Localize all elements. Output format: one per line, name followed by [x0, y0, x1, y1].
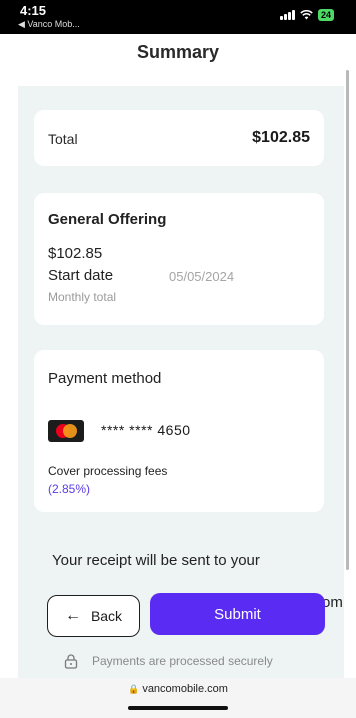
offering-title: General Offering [48, 211, 167, 228]
arrow-left-icon: ← [64, 607, 81, 624]
signal-icon [279, 10, 295, 20]
url-text: vancomobile.com [142, 683, 228, 695]
wifi-icon [300, 10, 313, 20]
frequency-label: Monthly total [48, 290, 117, 304]
payment-card: Payment method **** **** 4650 Cover proc… [34, 350, 324, 512]
offering-card: General Offering $102.85 Start date 05/0… [34, 193, 324, 325]
home-indicator[interactable] [128, 706, 228, 710]
back-button[interactable]: ← Back [47, 595, 140, 637]
total-value: $102.85 [252, 129, 310, 146]
total-card: Total $102.85 [34, 110, 324, 166]
back-button-label: Back [90, 608, 123, 624]
card-number: **** **** 4650 [101, 422, 191, 438]
start-date-value: 05/05/2024 [169, 269, 235, 284]
status-back-link[interactable]: ◀ Vanco Mob... [18, 19, 80, 30]
status-bar: 4:15 ◀ Vanco Mob... 24 [0, 0, 356, 34]
start-date-label: Start date [48, 267, 114, 284]
url-display[interactable]: 🔒 vancomobile.com [0, 683, 356, 695]
battery-icon: 24 [317, 9, 334, 21]
offering-amount: $102.85 [48, 245, 103, 262]
lock-icon [64, 654, 78, 669]
receipt-text: Your receipt will be sent to your [52, 552, 260, 569]
page-title: Summary [136, 42, 220, 62]
url-lock-icon: 🔒 [128, 684, 140, 694]
cover-fees-rate[interactable]: (2.85%) [48, 482, 90, 496]
browser-url-bar[interactable]: 🔒 vancomobile.com [0, 678, 356, 718]
total-label: Total [48, 131, 78, 147]
payment-method-title: Payment method [48, 370, 162, 387]
cover-fees-label: Cover processing fees [48, 464, 168, 478]
mastercard-icon [48, 420, 84, 442]
page-header: Summary [0, 34, 356, 86]
secure-note-text: Payments are processed securely [92, 654, 273, 668]
scrollbar[interactable] [346, 70, 349, 570]
status-icons: 24 [279, 9, 334, 21]
status-time: 4:15 [20, 3, 47, 18]
submit-button[interactable]: Submit [150, 593, 325, 635]
receipt-text-overflow: om [322, 594, 343, 611]
secure-note: Payments are processed securely [64, 654, 273, 669]
receipt-notice: Your receipt will be sent to your [52, 550, 342, 578]
